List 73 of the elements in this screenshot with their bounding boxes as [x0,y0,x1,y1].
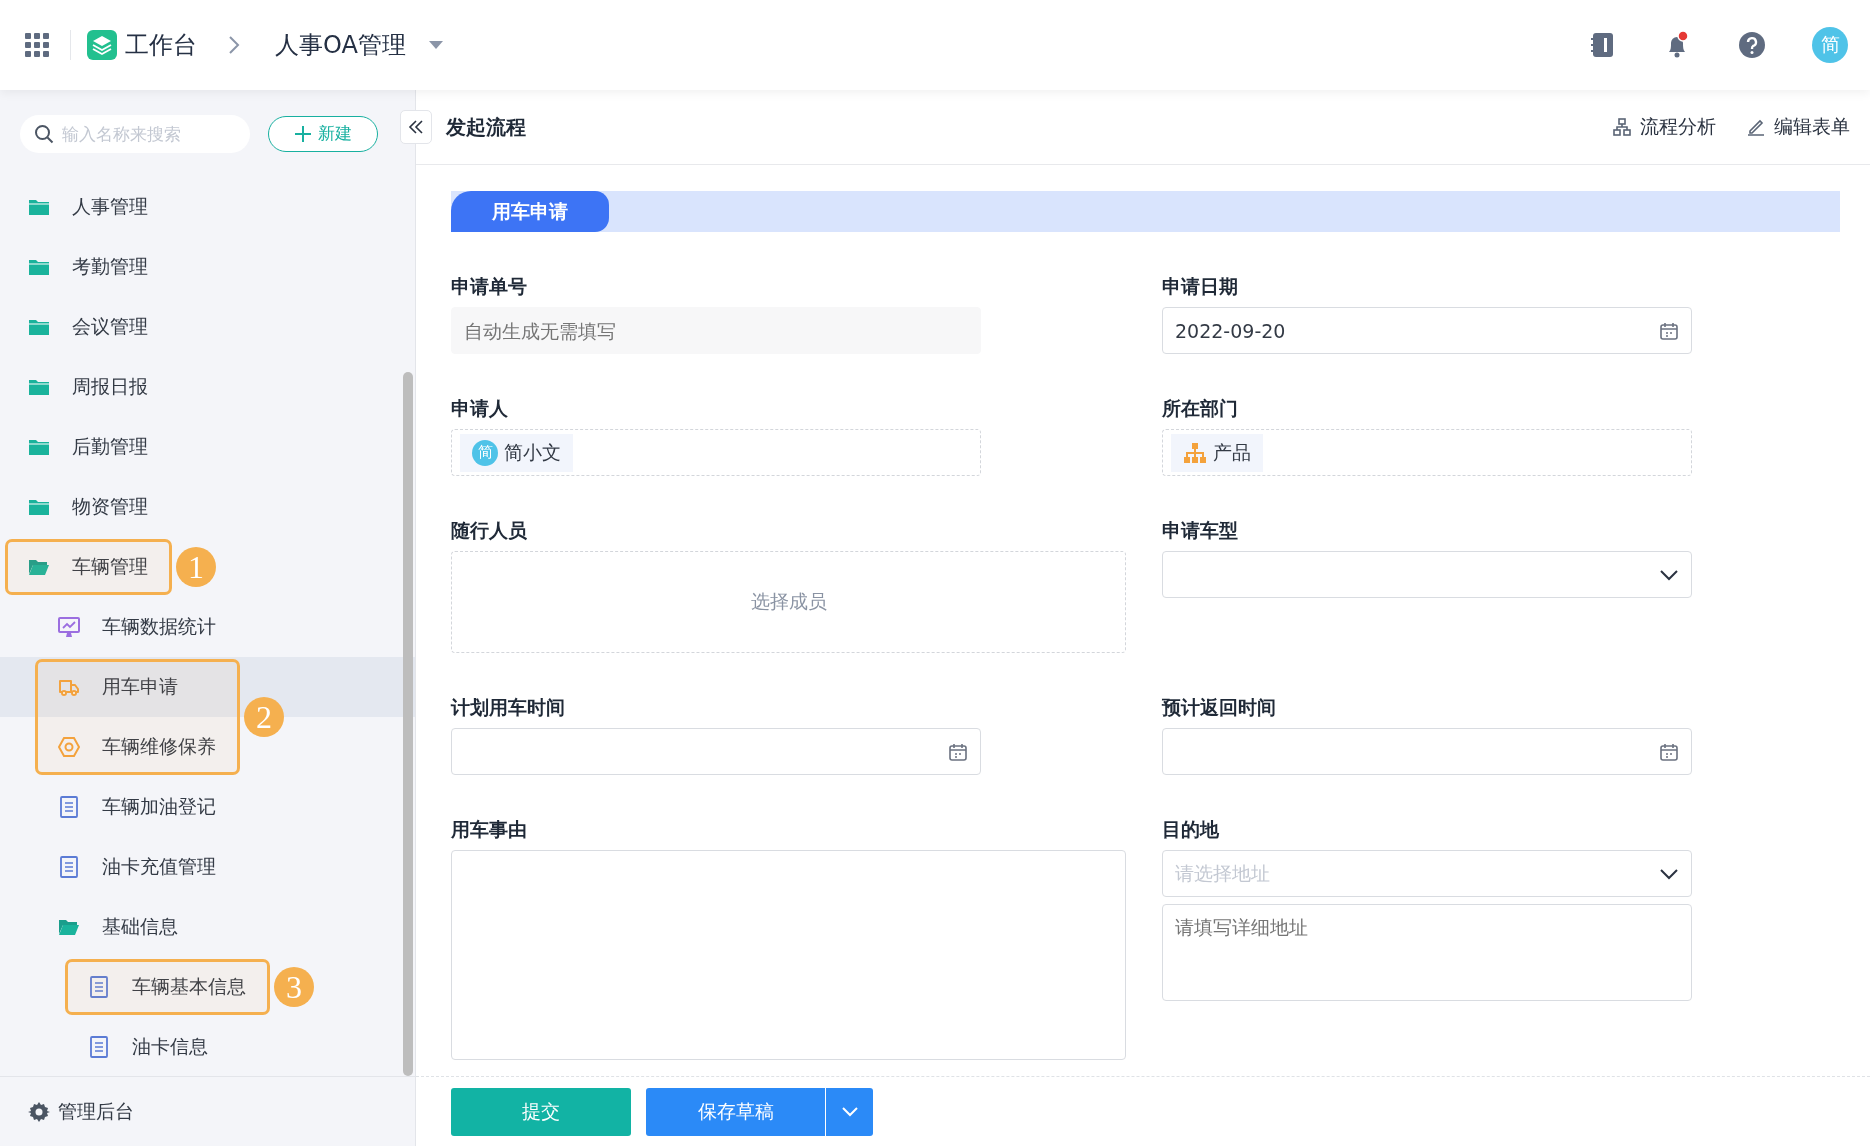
document-icon [58,796,80,818]
field-label: 预计返回时间 [1162,695,1277,719]
calendar-icon [1659,320,1679,341]
nav-item[interactable]: 后勤管理 [28,427,148,467]
hex-nut-icon [58,736,80,758]
user-chip: 简 简小文 [460,433,573,472]
field-label: 申请日期 [1162,274,1239,298]
nav-item[interactable]: 车辆基本信息 [88,967,246,1007]
search-field[interactable]: 输入名称来搜索 [20,114,250,153]
field-label: 用车事由 [451,817,528,841]
chevron-down-icon [1659,867,1679,880]
field-label: 随行人员 [451,518,528,542]
pencil-icon [1746,117,1766,137]
caret-down-icon [427,40,444,50]
plus-icon [294,124,312,143]
field-label: 所在部门 [1162,396,1239,420]
field-label: 申请单号 [451,274,528,298]
app-grid-icon[interactable] [24,32,50,58]
admin-console-link[interactable]: 管理后台 [28,1098,134,1125]
select-field[interactable] [1162,551,1692,598]
nav-item[interactable]: 车辆数据统计 [58,607,216,647]
scrollbar[interactable] [403,372,413,1076]
org-chart-icon [1183,441,1207,464]
applicant-field[interactable]: 简 简小文 [451,429,981,476]
calendar-icon [948,741,968,762]
hierarchy-icon [1612,117,1632,137]
stack-logo-icon [87,30,117,60]
department-field[interactable]: 产品 [1162,429,1692,476]
calendar-icon [1659,741,1679,762]
document-icon [88,976,110,998]
double-chevron-left-icon [407,119,425,135]
chevron-down-icon [840,1106,859,1117]
nav-item[interactable]: 车辆维修保养 [58,727,216,767]
header-action[interactable]: 编辑表单 [1746,114,1850,140]
page-title: 发起流程 [446,113,526,141]
app-title[interactable]: 工作台 [125,29,197,61]
order-number-field: 自动生成无需填写 [451,307,981,354]
nav-item[interactable]: 基础信息 [58,907,178,947]
step-number: 2 [244,697,284,737]
help-icon[interactable] [1737,30,1767,60]
field-label: 申请车型 [1162,518,1239,542]
document-icon [88,1036,110,1058]
nav-item[interactable]: 油卡充值管理 [58,847,216,887]
nav-item[interactable]: 油卡信息 [88,1027,208,1067]
gear-icon [28,1100,50,1123]
date-field[interactable] [451,728,981,775]
nav-item[interactable]: 用车申请 [58,667,178,707]
department-chip: 产品 [1171,433,1263,472]
nav-item[interactable]: 车辆加油登记 [58,787,216,827]
save-options-button[interactable] [825,1087,873,1136]
nav-item[interactable]: 车辆管理 [28,547,148,587]
date-field[interactable] [1162,728,1692,775]
section-title: 用车申请 [451,191,609,232]
nav-item[interactable]: 周报日报 [28,367,148,407]
step-number: 3 [274,967,314,1007]
field-label: 申请人 [451,396,509,420]
field-label: 计划用车时间 [451,695,566,719]
collapse-sidebar-button[interactable] [400,110,432,144]
header-action[interactable]: 流程分析 [1612,114,1716,140]
nav-item[interactable]: 考勤管理 [28,247,148,287]
search-icon [34,123,54,144]
date-field[interactable]: 2022-09-20 [1162,307,1692,354]
app-switcher[interactable]: 人事OA管理 [275,29,444,61]
nav-item[interactable]: 会议管理 [28,307,148,347]
field-label: 目的地 [1162,817,1220,841]
nav-item[interactable]: 物资管理 [28,487,148,527]
chevron-right-icon [227,35,241,55]
chevron-down-icon [1659,568,1679,581]
nav-item[interactable]: 人事管理 [28,187,148,227]
document-icon [58,856,80,878]
address-detail-field[interactable]: 请填写详细地址 [1162,904,1692,1001]
monitor-chart-icon [58,616,80,638]
step-number: 1 [176,547,216,587]
